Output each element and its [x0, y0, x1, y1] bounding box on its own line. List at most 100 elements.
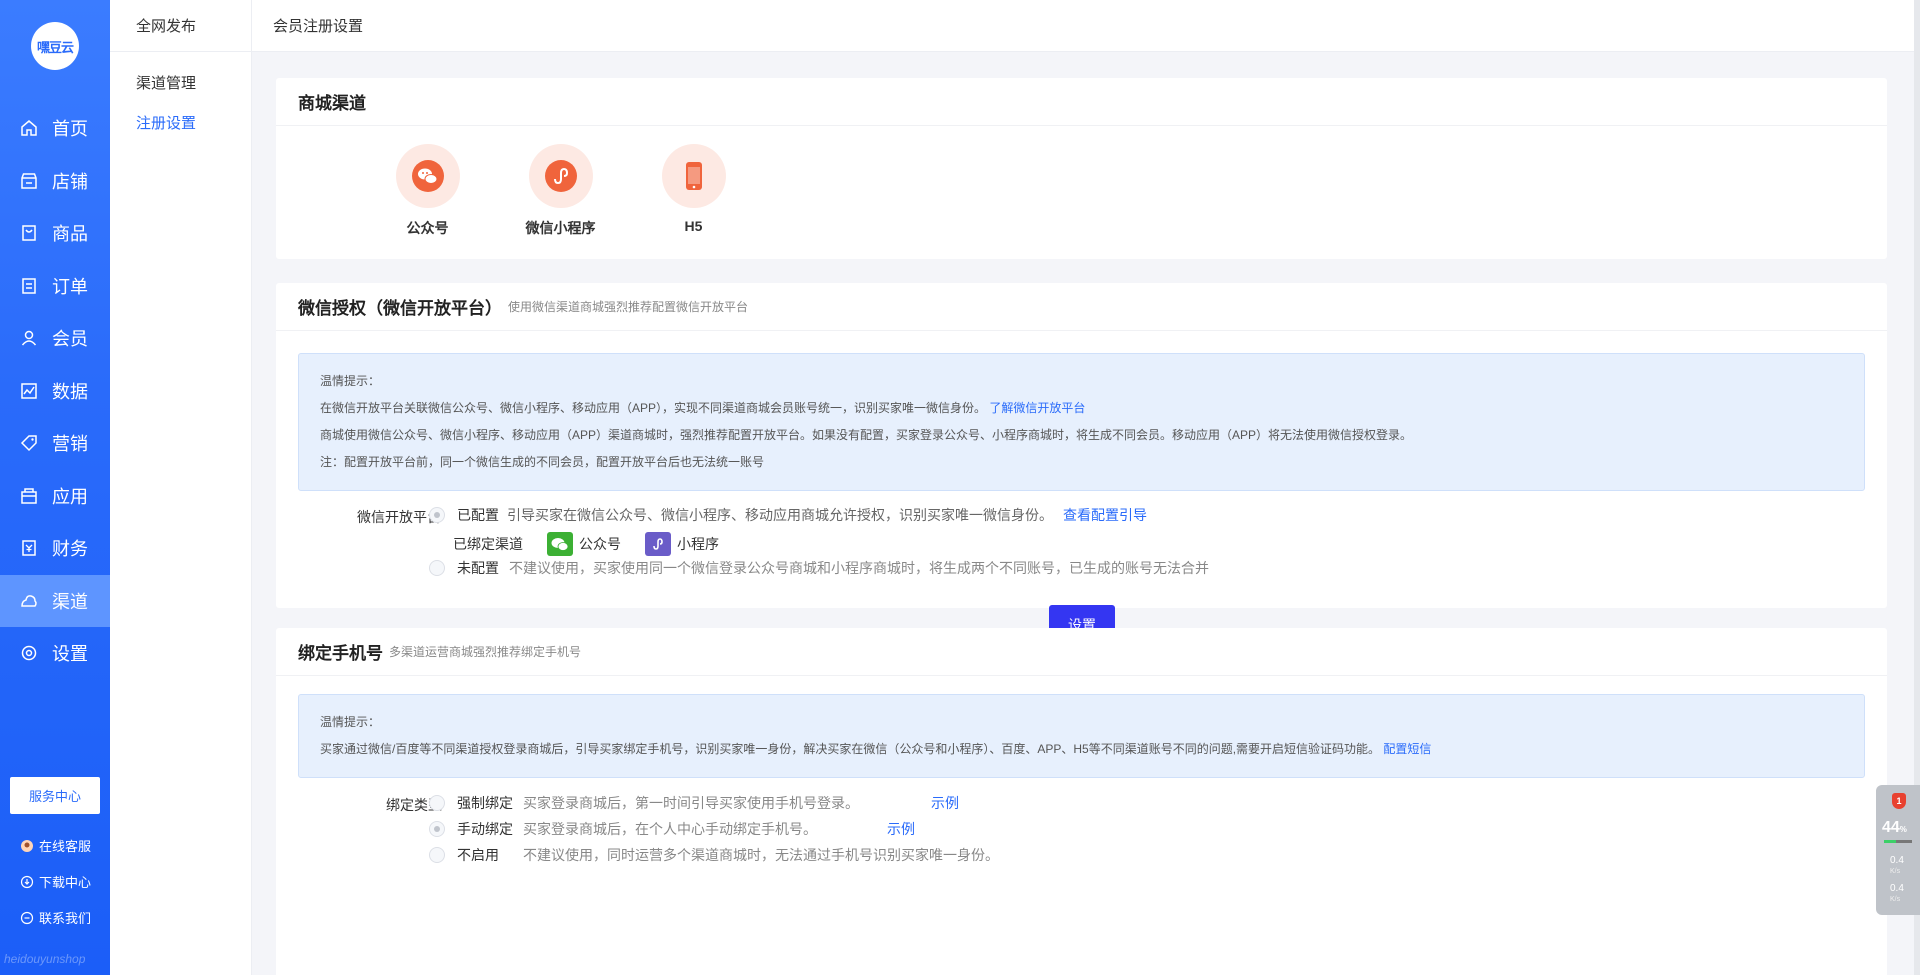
nav-label: 订单	[52, 276, 88, 297]
nav-label: 首页	[52, 119, 88, 140]
tip-text: 在微信开放平台关联微信公众号、微信小程序、移动应用（APP），实现不同渠道商城会…	[320, 401, 987, 415]
online-service-link[interactable]: 在线客服	[20, 836, 91, 855]
config-guide-link[interactable]: 查看配置引导	[1063, 505, 1147, 525]
channel-label: 微信小程序	[525, 220, 596, 236]
nav-item-store[interactable]: 店铺	[0, 155, 110, 208]
upload-speed-unit: K/s	[1890, 868, 1901, 875]
channel-icon-bg	[395, 144, 460, 208]
bound-channel-label: 公众号	[579, 536, 621, 552]
page-header: 会员注册设置	[252, 0, 1916, 52]
tip-line: 在微信开放平台关联微信公众号、微信小程序、移动应用（APP），实现不同渠道商城会…	[320, 395, 1843, 422]
mini-program-icon	[544, 159, 578, 193]
channel-mini-program[interactable]: 微信小程序	[494, 144, 627, 238]
finance-icon	[20, 539, 38, 557]
nav-item-order[interactable]: 订单	[0, 260, 110, 313]
service-center-button[interactable]: 服务中心	[10, 777, 100, 814]
download-icon	[20, 875, 34, 889]
bound-channels: 已绑定渠道 公众号 小程序	[453, 532, 719, 556]
tip-line: 注：配置开放平台前，同一个微信生成的不同会员，配置开放平台后也无法统一账号	[320, 455, 765, 469]
card-subtitle: 使用微信渠道商城强烈推荐配置微信开放平台	[508, 300, 749, 314]
radio-description: 不建议使用，买家使用同一个微信登录公众号商城和小程序商城时，将生成两个不同账号，…	[509, 560, 1209, 576]
channel-icon-bg	[528, 144, 593, 208]
page-title: 会员注册设置	[273, 18, 364, 35]
cpu-bar-fill	[1884, 840, 1897, 843]
contact-us-label: 联系我们	[39, 911, 92, 926]
bound-channel-label: 小程序	[677, 536, 719, 552]
system-monitor-widget[interactable]: 1 44% 0.4 K/s 0.4 K/s	[1876, 785, 1920, 915]
radio-disable-bind[interactable]: 不启用 不建议使用，同时运营多个渠道商城时，无法通过手机号识别买家唯一身份。	[429, 845, 999, 865]
cpu-percent-value: 44	[1882, 819, 1900, 836]
radio-force-bind[interactable]: 强制绑定 买家登录商城后，第一时间引导买家使用手机号登录。 示例	[429, 793, 959, 813]
radio-button[interactable]	[429, 507, 445, 523]
card-title: 微信授权（微信开放平台）	[298, 299, 502, 318]
subside-item-channel-manage[interactable]: 渠道管理	[110, 62, 251, 102]
nav-item-home[interactable]: 首页	[0, 102, 110, 155]
example-link[interactable]: 示例	[931, 793, 959, 813]
avatar-icon	[20, 839, 34, 853]
nav-item-marketing[interactable]: 营销	[0, 417, 110, 470]
radio-button[interactable]	[429, 821, 445, 837]
radio-button[interactable]	[429, 795, 445, 811]
radio-description: 引导买家在微信公众号、微信小程序、移动应用商城允许授权，识别买家唯一微信身份。	[507, 507, 1053, 523]
download-speed-unit: K/s	[1890, 896, 1901, 903]
wechat-auth-card: 微信授权（微信开放平台） 使用微信渠道商城强烈推荐配置微信开放平台 温情提示： …	[276, 283, 1887, 644]
channel-official-account[interactable]: 公众号	[361, 144, 494, 238]
radio-configured[interactable]: 已配置 引导买家在微信公众号、微信小程序、移动应用商城允许授权，识别买家唯一微信…	[429, 505, 1147, 525]
nav-label: 店铺	[52, 171, 88, 192]
order-icon	[20, 277, 38, 295]
bind-phone-card: 绑定手机号 多渠道运营商城强烈推荐绑定手机号 温情提示： 买家通过微信/百度等不…	[276, 628, 1887, 975]
wechat-icon	[547, 532, 573, 556]
main-nav: 首页 店铺 商品 订单 会员 数据 营销 应用 财务 渠道 设置	[0, 102, 110, 680]
nav-item-data[interactable]: 数据	[0, 365, 110, 418]
tip-line: 商城使用微信公众号、微信小程序、移动应用（APP）渠道商城时，强烈推荐配置开放平…	[320, 428, 1413, 442]
radio-button[interactable]	[429, 847, 445, 863]
channel-h5[interactable]: H5	[627, 144, 760, 238]
radio-label: 不启用	[457, 847, 499, 863]
radio-label: 手动绑定	[457, 821, 513, 837]
main-sidebar: 嘿豆云 首页 店铺 商品 订单 会员 数据 营销 应用 财务 渠道 设置 服务中…	[0, 0, 110, 975]
nav-item-app[interactable]: 应用	[0, 470, 110, 523]
radio-button[interactable]	[429, 560, 445, 576]
subside-item-register-settings[interactable]: 注册设置	[110, 102, 251, 142]
learn-open-platform-link[interactable]: 了解微信开放平台	[989, 401, 1085, 415]
store-icon	[20, 172, 38, 190]
config-sms-link[interactable]: 配置短信	[1383, 742, 1431, 756]
tip-title: 温情提示：	[320, 715, 381, 729]
card-subtitle: 多渠道运营商城强烈推荐绑定手机号	[389, 645, 582, 659]
tip-box: 温情提示： 买家通过微信/百度等不同渠道授权登录商城后，引导买家绑定手机号，识别…	[298, 694, 1865, 778]
download-center-link[interactable]: 下载中心	[20, 872, 91, 891]
radio-manual-bind[interactable]: 手动绑定 买家登录商城后，在个人中心手动绑定手机号。 示例	[429, 819, 915, 839]
cpu-percent: 44%	[1882, 819, 1907, 837]
gear-icon	[20, 644, 38, 662]
example-link[interactable]: 示例	[887, 819, 915, 839]
channel-label: H5	[684, 218, 703, 234]
channel-icon-bg	[661, 144, 726, 208]
tip-box: 温情提示： 在微信开放平台关联微信公众号、微信小程序、移动应用（APP），实现不…	[298, 353, 1865, 491]
nav-item-member[interactable]: 会员	[0, 312, 110, 365]
nav-label: 营销	[52, 434, 88, 455]
radio-not-configured[interactable]: 未配置 不建议使用，买家使用同一个微信登录公众号商城和小程序商城时，将生成两个不…	[429, 558, 1209, 578]
nav-item-finance[interactable]: 财务	[0, 522, 110, 575]
card-header: 绑定手机号 多渠道运营商城强烈推荐绑定手机号	[276, 628, 1887, 676]
channel-icon	[20, 592, 38, 610]
member-icon	[20, 329, 38, 347]
app-icon	[20, 487, 38, 505]
card-title: 商城渠道	[298, 94, 366, 113]
brand-logo[interactable]: 嘿豆云	[31, 22, 79, 70]
contact-us-link[interactable]: 联系我们	[20, 908, 91, 927]
nav-item-settings[interactable]: 设置	[0, 627, 110, 680]
nav-label: 商品	[52, 224, 88, 245]
nav-label: 数据	[52, 381, 88, 402]
nav-item-channel[interactable]: 渠道	[0, 574, 110, 627]
nav-item-goods[interactable]: 商品	[0, 207, 110, 260]
tip-title: 温情提示：	[320, 374, 381, 388]
card-title: 绑定手机号	[298, 644, 383, 663]
home-icon	[20, 119, 38, 137]
phone-icon	[677, 159, 711, 193]
subside-header: 全网发布	[110, 0, 251, 52]
radio-label: 强制绑定	[457, 795, 513, 811]
tip-text: 买家通过微信/百度等不同渠道授权登录商城后，引导买家绑定手机号，识别买家唯一身份…	[320, 742, 1381, 756]
upload-speed-value: 0.4	[1890, 855, 1904, 866]
cpu-percent-unit: %	[1899, 825, 1907, 834]
mini-program-icon	[645, 532, 671, 556]
